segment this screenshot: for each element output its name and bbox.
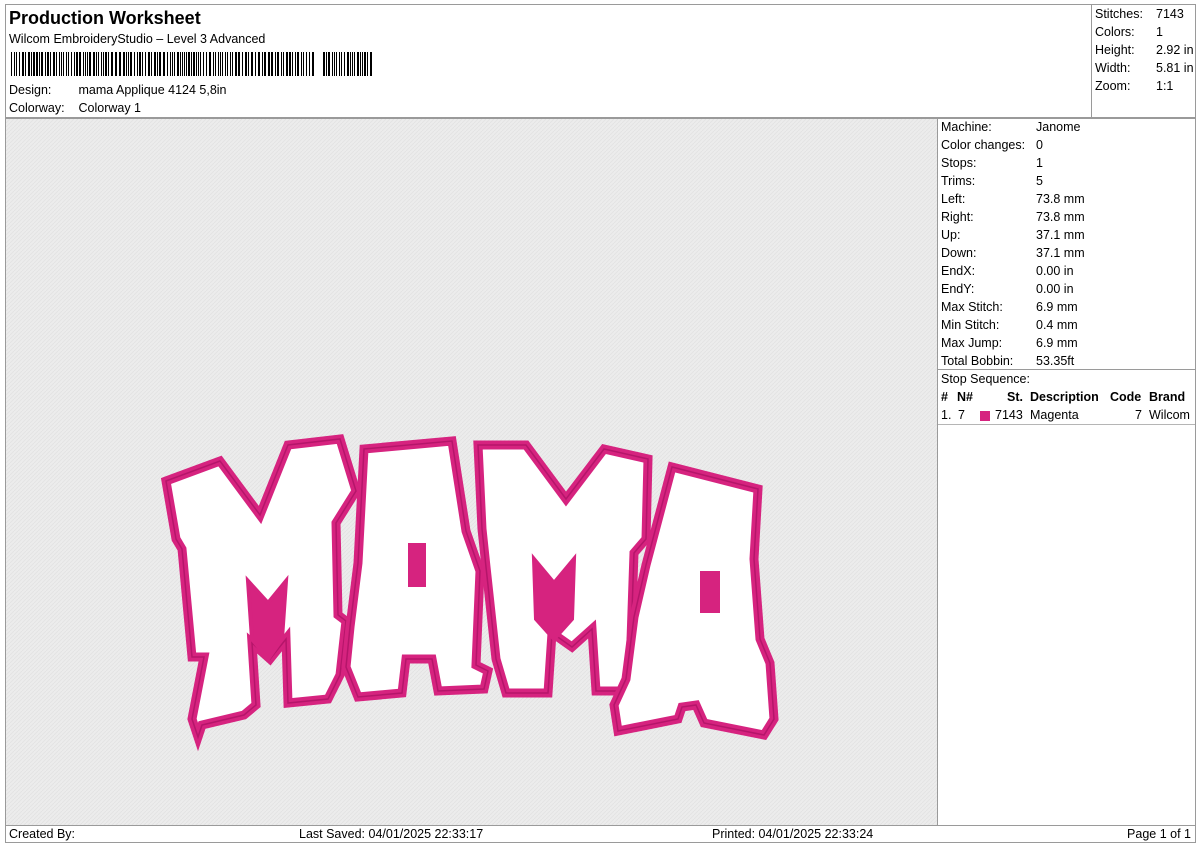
machine-info-value: 37.1 mm	[1036, 228, 1085, 242]
page-number: Page 1 of 1	[1127, 827, 1191, 841]
machine-info-value: 53.35ft	[1036, 354, 1075, 368]
machine-info-key: Max Jump:	[941, 336, 1003, 350]
machine-info-value: 73.8 mm	[1036, 192, 1085, 206]
col-brand: Brand	[1149, 390, 1186, 404]
machine-info-key: Max Stitch:	[941, 300, 1003, 314]
row-needle: 7	[958, 408, 965, 422]
table-row[interactable]: 1. 7 7143 Magenta 7 Wilcom	[938, 407, 1195, 425]
stop-sequence-title: Stop Sequence:	[941, 372, 1030, 386]
summary-key: Zoom:	[1095, 79, 1131, 93]
machine-info-key: Down:	[941, 246, 977, 260]
machine-info-key: Machine:	[941, 120, 992, 134]
software-name: Wilcom EmbroideryStudio – Level 3 Advanc…	[9, 32, 266, 46]
machine-info-value: 0.4 mm	[1036, 318, 1078, 332]
machine-info-value: 6.9 mm	[1036, 300, 1078, 314]
row-index: 1.	[941, 408, 952, 422]
summary-key: Stitches:	[1095, 7, 1143, 21]
worksheet-title: Production Worksheet	[9, 8, 201, 28]
machine-info-value: 0.00 in	[1036, 282, 1074, 296]
machine-info-value: 6.9 mm	[1036, 336, 1078, 350]
col-index: #	[941, 390, 948, 404]
machine-info-key: Left:	[941, 192, 966, 206]
machine-info-key: Trims:	[941, 174, 976, 188]
created-by: Created By:	[9, 827, 76, 841]
col-code: Code	[1110, 390, 1142, 404]
summary-key: Colors:	[1095, 25, 1135, 39]
design-preview[interactable]	[5, 118, 938, 826]
machine-info-key: Up:	[941, 228, 961, 242]
design-barcode	[11, 52, 372, 76]
machine-info-key: Total Bobbin:	[941, 354, 1014, 368]
col-needle: N#	[957, 390, 973, 404]
summary-value: 1	[1156, 25, 1163, 39]
row-stitches: 7143	[995, 408, 1023, 422]
colorway-value: Colorway 1	[78, 101, 142, 115]
machine-info-value: 37.1 mm	[1036, 246, 1085, 260]
stop-sequence-header: # N# St. Description Code Brand	[938, 389, 1195, 407]
machine-info-value: 73.8 mm	[1036, 210, 1085, 224]
machine-info-key: EndX:	[941, 264, 976, 278]
machine-info-value: Janome	[1036, 120, 1081, 134]
summary-value: 1:1	[1156, 79, 1174, 93]
row-description: Magenta	[1030, 408, 1079, 422]
col-stitches: St.	[1007, 390, 1023, 404]
summary-value: 5.81 in	[1156, 61, 1194, 75]
colorway-row: Colorway: Colorway 1	[9, 101, 141, 115]
summary-value: 7143	[1156, 7, 1184, 21]
worksheet-header: Production Worksheet Wilcom EmbroiderySt…	[5, 4, 1092, 118]
machine-info-value: 0.00 in	[1036, 264, 1074, 278]
machine-info-key: Right:	[941, 210, 974, 224]
last-saved: Last Saved: 04/01/2025 22:33:17	[299, 827, 484, 841]
design-value: mama Applique 4124 5,8in	[78, 83, 227, 97]
machine-info-value: 1	[1036, 156, 1043, 170]
worksheet-footer: Created By: Last Saved: 04/01/2025 22:33…	[5, 825, 1196, 843]
color-swatch	[980, 411, 990, 421]
design-row: Design: mama Applique 4124 5,8in	[9, 83, 227, 97]
machine-info-key: Color changes:	[941, 138, 1026, 152]
machine-info-key: EndY:	[941, 282, 975, 296]
printed-date: Printed: 04/01/2025 22:33:24	[712, 827, 874, 841]
design-label: Design:	[9, 83, 52, 97]
embroidery-design	[6, 119, 937, 825]
machine-info-key: Min Stitch:	[941, 318, 1000, 332]
summary-key: Width:	[1095, 61, 1131, 75]
letter-a-1-counter	[408, 543, 426, 587]
row-code: 7	[1135, 408, 1142, 422]
summary-value: 2.92 in	[1156, 43, 1194, 57]
letter-a-2-counter	[700, 571, 720, 613]
row-brand: Wilcom	[1149, 408, 1190, 422]
machine-info-key: Stops:	[941, 156, 977, 170]
colorway-label: Colorway:	[9, 101, 65, 115]
summary-panel: Stitches: 7143 Colors: 1 Height: 2.92 in…	[1091, 4, 1196, 118]
summary-key: Height:	[1095, 43, 1135, 57]
col-description: Description	[1030, 390, 1099, 404]
machine-info-value: 5	[1036, 174, 1043, 188]
machine-info-value: 0	[1036, 138, 1043, 152]
fabric-background	[6, 119, 937, 825]
machine-info-panel: Machine: Janome Color changes: 0 Stops: 1 Trim…	[937, 118, 1196, 826]
divider	[938, 369, 1195, 370]
